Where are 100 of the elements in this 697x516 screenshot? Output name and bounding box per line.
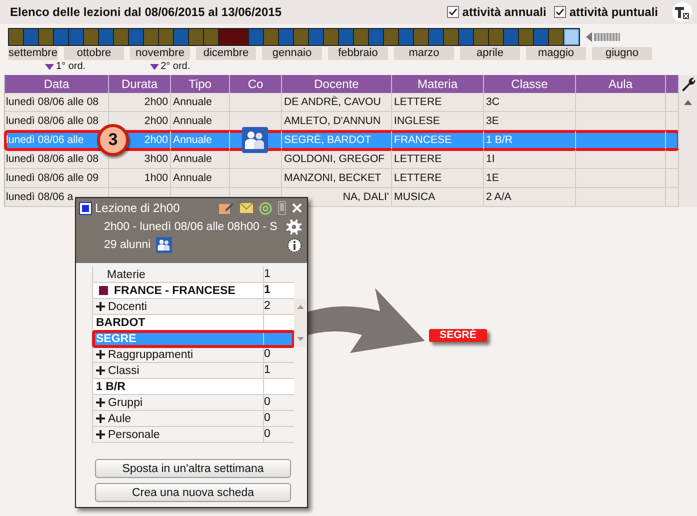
subject-name: FRANCE - FRANCESE — [114, 284, 236, 296]
month-label[interactable]: marzo — [394, 47, 454, 60]
week-cell[interactable] — [24, 29, 39, 45]
action-button[interactable]: Crea una nuova scheda — [95, 483, 291, 502]
month-label[interactable]: aprile — [460, 47, 520, 60]
expand-icon[interactable] — [96, 398, 105, 407]
week-cell[interactable] — [69, 29, 84, 45]
marker-icon — [45, 64, 54, 70]
checkbox[interactable] — [447, 6, 460, 18]
month-label[interactable]: maggio — [526, 47, 586, 60]
week-cell[interactable] — [369, 29, 384, 45]
month-label[interactable]: febbraio — [328, 47, 388, 60]
count-label: 0 — [264, 411, 272, 426]
week-cell[interactable] — [414, 29, 429, 45]
week-cell[interactable] — [204, 29, 219, 45]
phone-icon[interactable] — [278, 201, 286, 215]
week-cell[interactable] — [189, 29, 204, 45]
table-cell: 3h00 — [144, 153, 168, 165]
list-title: Elenco delle lezioni dal 08/06/2015 al 13/06/2015 — [10, 5, 282, 19]
week-cell[interactable] — [174, 29, 189, 45]
expand-icon[interactable] — [96, 302, 105, 311]
week-cell[interactable] — [489, 29, 504, 45]
scroll-up-icon[interactable] — [684, 100, 692, 105]
month-label[interactable]: ottobre — [64, 47, 124, 60]
expand-icon[interactable] — [96, 350, 105, 359]
week-cell[interactable] — [354, 29, 369, 45]
week-cell[interactable] — [504, 29, 519, 45]
lesson-row[interactable]: lunedì 08/06 alle 09 1h00 Annuale MANZONI, BECKET LETTERE 1E — [5, 169, 679, 188]
week-cell[interactable] — [39, 29, 54, 45]
week-cell[interactable] — [384, 29, 399, 45]
week-cell[interactable] — [294, 29, 309, 45]
term-marker: 1° ord. — [56, 61, 86, 72]
week-cell[interactable] — [309, 29, 324, 45]
lesson-row[interactable]: lunedì 08/06 alle 08 3h00 Annuale GOLDONI, GREGOF LETTERE 1I — [5, 150, 679, 169]
teacher-tag: SEGRÈ — [429, 329, 487, 342]
table-cell: Annuale — [173, 172, 212, 184]
week-cell[interactable] — [564, 29, 579, 45]
wrench-icon[interactable] — [680, 76, 696, 92]
week-cell[interactable] — [444, 29, 459, 45]
edit-icon[interactable] — [219, 202, 234, 214]
action-button[interactable]: Sposta in un'altra settimana — [95, 459, 291, 478]
expand-icon[interactable] — [96, 366, 105, 375]
table-cell: 2h00 — [144, 115, 168, 127]
expand-icon[interactable] — [96, 430, 105, 439]
slider-handle-icon[interactable] — [586, 32, 620, 42]
lesson-row[interactable]: lunedì 08/06 alle 08 2h00 Annuale AMLETO, D'ANNUN INGLESE 3E — [5, 112, 679, 131]
table-cell: GOLDONI, GREGOF — [284, 153, 385, 165]
week-cell[interactable] — [549, 29, 564, 45]
week-cell[interactable] — [399, 29, 414, 45]
count-label: 2 — [264, 299, 272, 314]
week-cell[interactable] — [534, 29, 549, 45]
table-cell: lunedì 08/06 alle 09 — [6, 172, 98, 184]
section-label[interactable]: Personale — [108, 428, 160, 440]
table-cell: lunedì 08/06 a — [6, 191, 74, 203]
week-cell[interactable] — [114, 29, 129, 45]
section-label[interactable]: Docenti — [108, 300, 147, 312]
week-cell[interactable] — [9, 29, 24, 45]
week-cell[interactable] — [234, 29, 249, 45]
week-cell[interactable] — [249, 29, 264, 45]
scroll-up-icon[interactable] — [296, 305, 304, 309]
mail-icon[interactable] — [240, 203, 253, 213]
week-cell[interactable] — [144, 29, 159, 45]
week-cell[interactable] — [474, 29, 489, 45]
clear-format-icon[interactable] — [672, 2, 692, 22]
close-icon[interactable] — [292, 203, 302, 213]
expand-icon[interactable] — [96, 414, 105, 423]
table-cell: lunedì 08/06 alle 08 — [6, 115, 98, 127]
section-label[interactable]: Gruppi — [108, 396, 143, 408]
week-cell[interactable] — [219, 29, 234, 45]
month-label[interactable]: dicembre — [196, 47, 256, 60]
lesson-row[interactable]: lunedì 08/06 alle 08 2h00 Annuale DE ANDRÈ, CAVOU LETTERE 3C — [5, 93, 679, 112]
week-cell[interactable] — [429, 29, 444, 45]
month-label[interactable]: giugno — [592, 47, 652, 60]
checkbox[interactable] — [554, 6, 566, 18]
week-cell[interactable] — [54, 29, 69, 45]
week-cell[interactable] — [84, 29, 99, 45]
week-cell[interactable] — [324, 29, 339, 45]
list-item[interactable]: BARDOT — [93, 315, 294, 331]
list-item[interactable]: 1 B/R — [93, 379, 294, 395]
month-label[interactable]: gennaio — [262, 47, 322, 60]
month-label[interactable]: settembre — [8, 47, 58, 60]
info-icon[interactable] — [287, 238, 302, 252]
week-cell[interactable] — [279, 29, 294, 45]
section-label[interactable]: Raggruppamenti — [108, 348, 194, 360]
week-cell[interactable] — [339, 29, 354, 45]
week-cell[interactable] — [159, 29, 174, 45]
gear-icon[interactable] — [286, 219, 302, 235]
checkbox-label[interactable]: attività annuali — [462, 5, 546, 19]
section-label[interactable]: Classi — [108, 364, 140, 376]
week-cell[interactable] — [264, 29, 279, 45]
term-marker: 2° ord. — [160, 61, 190, 72]
month-label[interactable]: novembre — [130, 47, 190, 60]
week-cell[interactable] — [99, 29, 114, 45]
week-cell[interactable] — [519, 29, 534, 45]
checkbox-label[interactable]: attività puntuali — [569, 5, 658, 19]
week-cell[interactable] — [129, 29, 144, 45]
people-icon[interactable] — [156, 237, 172, 253]
section-label[interactable]: Aule — [108, 412, 132, 424]
week-cell[interactable] — [459, 29, 474, 45]
scroll-down-icon[interactable] — [296, 337, 304, 341]
